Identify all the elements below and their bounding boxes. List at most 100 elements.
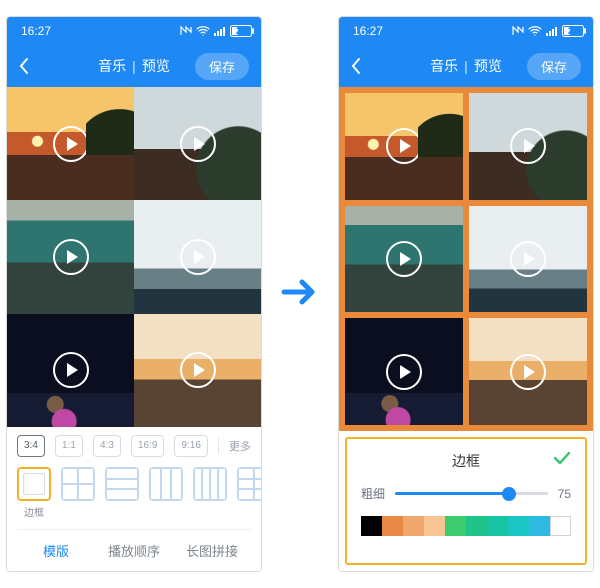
grid-cell-2[interactable]: [134, 87, 261, 200]
grid-cell-6[interactable]: [469, 318, 587, 425]
chevron-left-icon: [351, 58, 361, 74]
play-icon[interactable]: [53, 126, 89, 162]
confirm-button[interactable]: [553, 451, 571, 468]
tab-long-stitch[interactable]: 长图拼接: [173, 530, 251, 571]
grid-cell-4[interactable]: [469, 206, 587, 313]
color-swatch-4[interactable]: [445, 516, 466, 536]
grid-cell-5[interactable]: [345, 318, 463, 425]
play-icon[interactable]: [386, 241, 422, 277]
thickness-label: 粗细: [361, 485, 385, 502]
back-button[interactable]: [19, 58, 39, 74]
grid-cell-3[interactable]: [345, 206, 463, 313]
header-music-tab[interactable]: 音乐: [430, 56, 458, 76]
bottom-tabs: 模版 播放顺序 长图拼接: [17, 529, 251, 571]
phone-before: 16:27 29 音乐 | 预览 保存: [6, 16, 262, 572]
ratio-9-16[interactable]: 9:16: [174, 435, 207, 457]
color-swatch-8[interactable]: [529, 516, 550, 536]
grid-cell-3[interactable]: [7, 200, 134, 313]
play-icon[interactable]: [510, 128, 546, 164]
header-preview-tab[interactable]: 预览: [474, 56, 502, 76]
grid-cell-1[interactable]: [345, 93, 463, 200]
play-icon[interactable]: [53, 239, 89, 275]
layout-4x1[interactable]: [193, 467, 227, 501]
tab-play-order[interactable]: 播放顺序: [95, 530, 173, 571]
header-bar: 音乐 | 预览 保存: [7, 45, 261, 87]
status-right-icons: 29: [512, 25, 579, 37]
ratio-more[interactable]: 更多: [218, 438, 251, 454]
status-bar: 16:27 29: [7, 17, 261, 45]
tab-template[interactable]: 模版: [17, 530, 95, 571]
ratio-16-9[interactable]: 16:9: [131, 435, 164, 457]
grid-cell-2[interactable]: [469, 93, 587, 200]
status-bar: 16:27 29: [339, 17, 593, 45]
border-panel-title: 边框: [452, 453, 480, 469]
chevron-left-icon: [19, 58, 29, 74]
status-time: 16:27: [353, 24, 383, 38]
thickness-slider[interactable]: [395, 492, 548, 495]
header-preview-tab[interactable]: 预览: [142, 56, 170, 76]
header-separator: |: [132, 58, 136, 74]
layout-border-label: 边框: [24, 504, 44, 519]
video-grid: [7, 87, 261, 427]
layout-2x3[interactable]: [237, 467, 262, 501]
play-icon[interactable]: [53, 352, 89, 388]
grid-cell-6[interactable]: [134, 314, 261, 427]
header-music-tab[interactable]: 音乐: [98, 56, 126, 76]
color-swatch-5[interactable]: [466, 516, 487, 536]
layout-3x1[interactable]: [149, 467, 183, 501]
color-swatch-9[interactable]: [550, 516, 571, 536]
play-icon[interactable]: [180, 352, 216, 388]
check-icon: [553, 451, 571, 465]
color-swatch-7[interactable]: [508, 516, 529, 536]
ratio-3-4[interactable]: 3:4: [17, 435, 45, 457]
header-bar: 音乐 | 预览 保存: [339, 45, 593, 87]
play-icon[interactable]: [180, 239, 216, 275]
ratio-4-3[interactable]: 4:3: [93, 435, 121, 457]
battery-percentage: 29: [568, 26, 579, 37]
video-grid-with-border: [339, 87, 593, 431]
border-panel-title-row: 边框: [361, 451, 571, 471]
color-swatch-0[interactable]: [361, 516, 382, 536]
wifi-icon: [196, 26, 210, 36]
template-panel: 3:4 1:1 4:3 16:9 9:16 更多 边框 模版: [7, 427, 261, 571]
border-panel: 边框 粗细 75: [345, 437, 587, 565]
nfc-icon: [180, 26, 192, 36]
color-swatch-1[interactable]: [382, 516, 403, 536]
save-button[interactable]: 保存: [527, 53, 581, 80]
thickness-row: 粗细 75: [361, 485, 571, 502]
layout-2x2[interactable]: [61, 467, 95, 501]
ratio-1-1[interactable]: 1:1: [55, 435, 83, 457]
layout-border[interactable]: 边框: [17, 467, 51, 519]
status-right-icons: 29: [180, 25, 247, 37]
arrow-right-icon: [280, 272, 320, 312]
grid-cell-5[interactable]: [7, 314, 134, 427]
border-layout-icon: [17, 467, 51, 501]
status-time: 16:27: [21, 24, 51, 38]
back-button[interactable]: [351, 58, 371, 74]
transition-arrow: [280, 272, 320, 317]
layout-row: 边框: [17, 467, 251, 519]
slider-thumb[interactable]: [502, 487, 516, 501]
play-icon[interactable]: [386, 128, 422, 164]
play-icon[interactable]: [510, 241, 546, 277]
play-icon[interactable]: [180, 126, 216, 162]
color-strip: [361, 516, 571, 536]
wifi-icon: [528, 26, 542, 36]
battery-percentage: 29: [236, 26, 247, 37]
ratio-row: 3:4 1:1 4:3 16:9 9:16 更多: [17, 435, 251, 457]
signal-icon: [214, 26, 226, 36]
signal-icon: [546, 26, 558, 36]
nfc-icon: [512, 26, 524, 36]
layout-1x3[interactable]: [105, 467, 139, 501]
header-separator: |: [464, 58, 468, 74]
save-button[interactable]: 保存: [195, 53, 249, 80]
color-swatch-2[interactable]: [403, 516, 424, 536]
phone-after: 16:27 29 音乐 | 预览 保存: [338, 16, 594, 572]
play-icon[interactable]: [386, 354, 422, 390]
color-swatch-3[interactable]: [424, 516, 445, 536]
color-swatch-6[interactable]: [487, 516, 508, 536]
thickness-value: 75: [558, 487, 571, 501]
grid-cell-1[interactable]: [7, 87, 134, 200]
grid-cell-4[interactable]: [134, 200, 261, 313]
play-icon[interactable]: [510, 354, 546, 390]
